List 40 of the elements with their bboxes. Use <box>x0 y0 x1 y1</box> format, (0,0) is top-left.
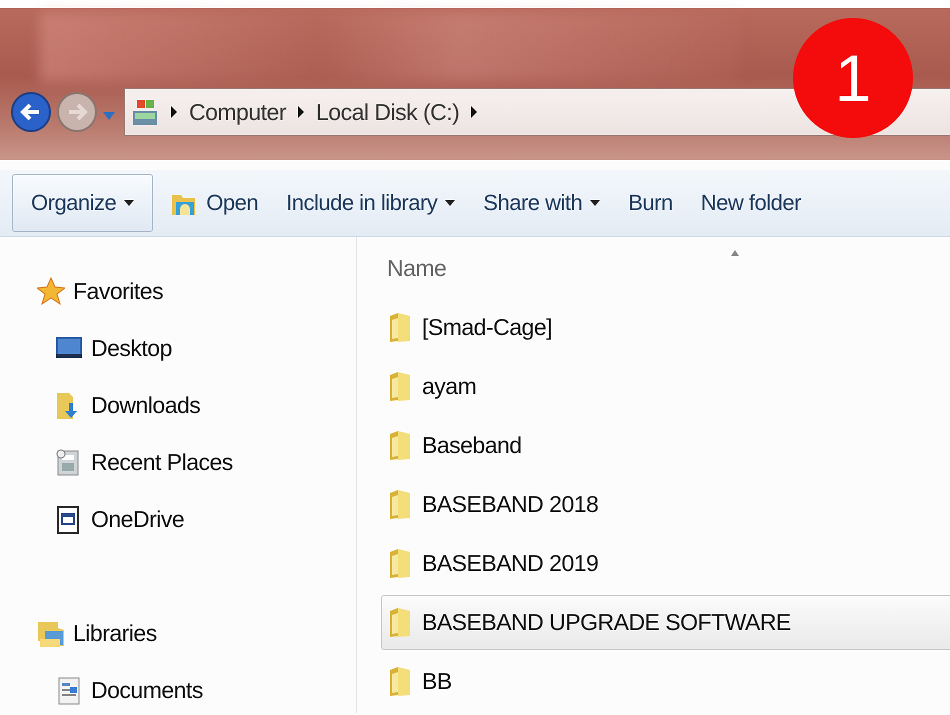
caret-icon <box>124 200 134 206</box>
star-icon <box>37 276 65 306</box>
nav-item[interactable]: Desktop <box>91 335 172 362</box>
toolbar-button[interactable]: Open <box>159 174 270 232</box>
file-row[interactable]: BASEBAND 2018 <box>381 477 950 532</box>
nav-item[interactable]: Documents <box>91 677 203 704</box>
column-header[interactable]: Name <box>387 255 446 282</box>
chevron-icon <box>169 105 179 119</box>
file-row[interactable]: Baseband <box>381 418 950 473</box>
folder-icon <box>388 488 412 520</box>
chevron-icon <box>469 105 480 119</box>
back-icon[interactable] <box>10 89 52 135</box>
caret-icon <box>445 200 456 206</box>
breadcrumb[interactable]: Local Disk (C:) <box>316 98 460 126</box>
folder-icon <box>388 606 412 638</box>
toolbar-button[interactable]: Burn <box>617 174 684 232</box>
breadcrumb[interactable]: Computer <box>189 98 286 126</box>
caret-icon <box>590 200 600 206</box>
file-row[interactable]: [Smad-Cage] <box>381 300 950 355</box>
nav-item[interactable]: OneDrive <box>91 506 184 533</box>
file-row[interactable]: BB <box>381 654 950 709</box>
toolbar-button[interactable]: Organize <box>12 174 154 232</box>
folder-icon <box>388 666 412 698</box>
nav-item[interactable]: Libraries <box>73 620 157 647</box>
toolbar-button[interactable]: Include in library <box>275 174 466 232</box>
sort-arrow-icon <box>730 249 740 257</box>
folder-icon <box>388 312 412 344</box>
file-row[interactable]: BASEBAND 2019 <box>381 536 950 591</box>
folder-icon <box>388 430 412 462</box>
file-row[interactable]: ayam <box>381 359 950 414</box>
toolbar-button[interactable]: New folder <box>690 174 812 232</box>
nav-item[interactable]: Recent Places <box>91 449 233 476</box>
chevron-icon <box>296 105 306 119</box>
nav-item[interactable]: Downloads <box>91 392 200 419</box>
folder-icon <box>388 370 412 402</box>
nav-item[interactable]: Favorites <box>73 278 164 305</box>
computer-icon <box>131 97 159 127</box>
toolbar-button[interactable]: Share with <box>472 174 612 232</box>
folder-icon <box>388 548 412 580</box>
file-row[interactable]: BASEBAND UPGRADE SOFTWARE <box>381 595 950 650</box>
